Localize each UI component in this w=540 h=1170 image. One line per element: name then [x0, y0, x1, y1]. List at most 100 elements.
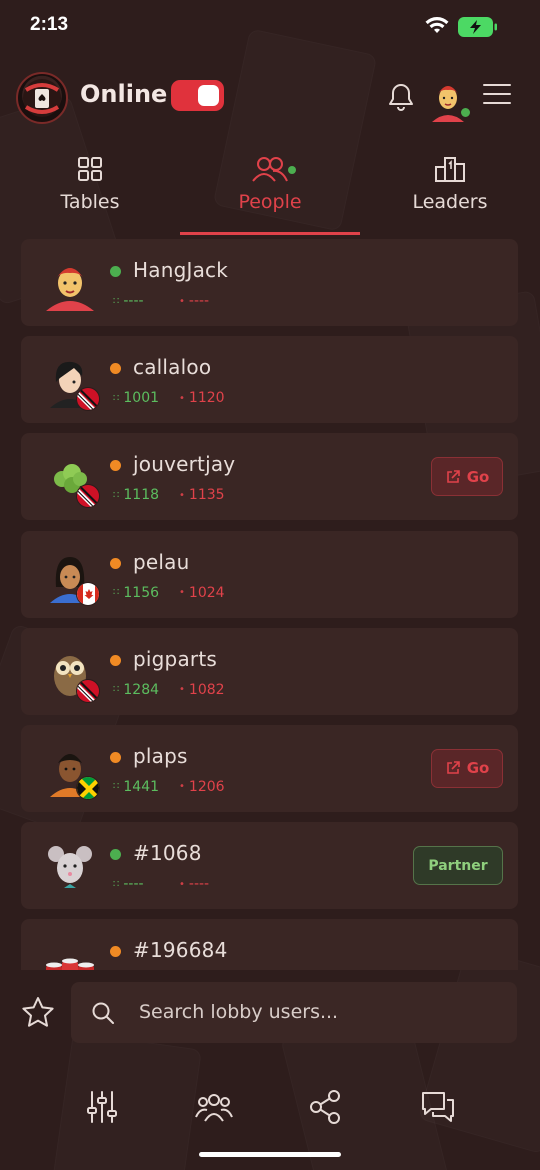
grid-small-icon: ∷	[113, 684, 120, 696]
tab-label: People	[238, 191, 302, 213]
rating-a-value: ----	[123, 293, 144, 309]
pawn-small-icon: •	[179, 295, 185, 307]
rating-a: ∷ ----	[113, 293, 179, 309]
search-box[interactable]: Search lobby users...	[71, 982, 517, 1043]
pawn-small-icon: •	[179, 392, 185, 404]
menu-icon[interactable]	[483, 83, 511, 105]
status-dot	[110, 849, 121, 861]
avatar	[42, 838, 98, 894]
people-icon	[252, 157, 288, 182]
rating-b: • ----	[179, 876, 209, 892]
tab-leaders[interactable]: Leaders	[360, 148, 540, 236]
status-dot	[110, 654, 121, 666]
rating-b: • 1206	[179, 779, 225, 795]
rating-b: • 1120	[179, 390, 225, 406]
rating-a: ∷ 1156	[113, 585, 179, 601]
online-status-dot	[459, 106, 472, 119]
external-link-icon	[446, 761, 460, 775]
rating-a-value: 1156	[123, 584, 160, 601]
grid-small-icon: ∷	[113, 878, 120, 890]
logo-icon[interactable]	[16, 72, 68, 124]
rating-b-value: 1024	[188, 584, 225, 601]
username: pelau	[133, 549, 190, 574]
grid-small-icon: ∷	[113, 587, 120, 599]
share-icon[interactable]	[308, 1089, 342, 1125]
rating-a: ∷ 1284	[113, 682, 179, 698]
toggle-knob	[198, 85, 219, 106]
group-icon[interactable]	[195, 1089, 233, 1125]
rating-b-value: 1135	[188, 487, 225, 504]
rating-b: • 1082	[179, 682, 225, 698]
pawn-small-icon: •	[179, 587, 185, 599]
username: plaps	[133, 743, 188, 768]
status-bar: 2:13	[0, 0, 540, 54]
username: pigparts	[133, 646, 217, 671]
username: #1068	[133, 841, 202, 866]
flag-trinidad-icon	[76, 387, 100, 412]
rating-b-value: ----	[188, 293, 210, 309]
status-dot	[110, 363, 121, 375]
chat-icon[interactable]	[420, 1089, 456, 1125]
rating-a: ∷ ----	[113, 876, 179, 892]
sliders-icon[interactable]	[84, 1089, 120, 1125]
online-toggle[interactable]	[171, 80, 224, 111]
search-icon	[92, 1002, 114, 1024]
wifi-icon	[425, 17, 449, 33]
list-item[interactable]: callaloo ∷ 1001 • 1120	[21, 336, 518, 424]
battery-charging-icon	[458, 17, 497, 37]
flag-trinidad-icon	[76, 678, 100, 703]
list-item[interactable]: pelau ∷ 1156 • 1024	[21, 530, 518, 618]
username: HangJack	[133, 258, 228, 282]
rating-b-value: 1082	[188, 681, 225, 698]
rating-a: ∷ 1441	[113, 779, 179, 795]
tab-tables[interactable]: Tables	[0, 148, 180, 236]
avatar	[42, 255, 98, 311]
rating-b: • 1135	[179, 487, 225, 503]
status-time: 2:13	[30, 14, 69, 35]
search-input[interactable]: Search lobby users...	[139, 1001, 338, 1023]
status-dot	[110, 557, 121, 569]
go-button[interactable]: Go	[431, 748, 503, 788]
grid-small-icon: ∷	[113, 781, 120, 793]
user-stats: ∷ 1001 • 1120	[113, 390, 225, 406]
user-stats: ∷ 1284 • 1082	[113, 682, 225, 698]
list-item[interactable]: HangJack ∷ ---- • ----	[21, 239, 518, 326]
pawn-small-icon: •	[179, 684, 185, 696]
list-item[interactable]: #1068 ∷ ---- • ---- Partner	[21, 822, 518, 910]
username: callaloo	[133, 355, 212, 380]
go-label: Go	[466, 467, 490, 486]
rating-b: • 1024	[179, 585, 225, 601]
tab-bar: Tables People Leaders	[0, 148, 540, 236]
grid-small-icon: ∷	[113, 392, 120, 404]
avatar	[42, 935, 98, 970]
tab-label: Tables	[60, 191, 120, 213]
flag-canada-icon	[76, 581, 100, 606]
rating-a-value: 1001	[123, 390, 160, 407]
grid-small-icon: ∷	[113, 295, 120, 307]
list-item[interactable]: pigparts ∷ 1284 • 1082	[21, 627, 518, 715]
online-label: Online	[80, 80, 168, 108]
rating-a-value: 1118	[123, 487, 160, 504]
list-item[interactable]: plaps ∷ 1441 • 1206 Go	[21, 724, 518, 812]
user-list[interactable]: HangJack ∷ ---- • ---- callaloo ∷ 1001 • 1120 jouv…	[21, 239, 518, 970]
rating-b-value: 1206	[188, 778, 225, 795]
user-stats: ∷ ---- • ----	[113, 876, 209, 892]
partner-button[interactable]: Partner	[413, 846, 503, 886]
list-item[interactable]: #196684	[21, 919, 518, 970]
user-stats: ∷ 1441 • 1206	[113, 779, 225, 795]
tab-people[interactable]: People	[180, 148, 360, 236]
rating-a-value: 1284	[123, 681, 160, 698]
status-dot	[110, 460, 121, 472]
app-header: Online	[0, 70, 540, 124]
star-icon[interactable]	[21, 996, 55, 1028]
user-stats: ∷ 1118 • 1135	[113, 487, 225, 503]
go-button[interactable]: Go	[431, 457, 503, 497]
bell-icon[interactable]	[386, 82, 416, 112]
podium-icon	[435, 157, 465, 182]
rating-b: • ----	[179, 293, 209, 309]
rating-a: ∷ 1118	[113, 487, 179, 503]
flag-jamaica-icon	[76, 775, 100, 800]
pawn-small-icon: •	[179, 781, 185, 793]
list-item[interactable]: jouvertjay ∷ 1118 • 1135 Go	[21, 433, 518, 521]
rating-a-value: 1441	[123, 778, 160, 795]
